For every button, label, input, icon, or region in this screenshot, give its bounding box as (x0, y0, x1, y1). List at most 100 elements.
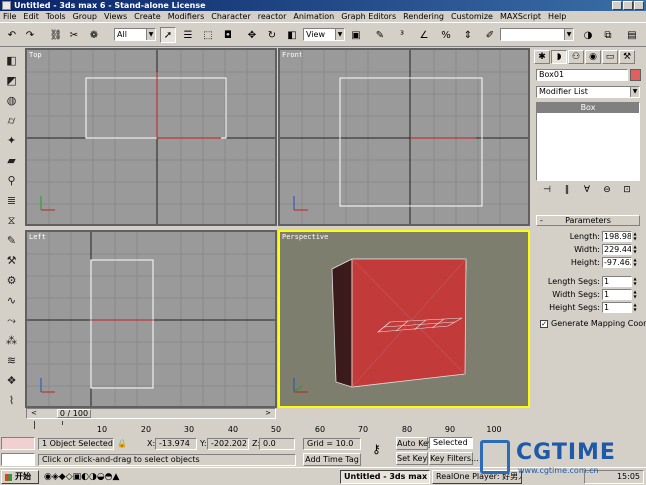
menu-tools[interactable]: Tools (46, 12, 66, 21)
spinner-icon[interactable]: ▲ ▼ (632, 302, 638, 313)
task-realone[interactable]: RealOne Player: 好男人 (432, 470, 522, 484)
hose-icon[interactable]: ⌇ (4, 393, 19, 408)
lathe-icon[interactable]: ⧖ (4, 213, 19, 228)
select-scale-icon[interactable]: ◧ (284, 27, 300, 43)
viewport-top[interactable]: Top (25, 48, 277, 226)
menu-views[interactable]: Views (104, 12, 127, 21)
cloth-icon[interactable]: ❖ (4, 373, 19, 388)
select-rotate-icon[interactable]: ↻ (264, 27, 280, 43)
rectangular-selection-icon[interactable]: ⬚ (200, 27, 216, 43)
named-selection-icon[interactable]: ✐ (482, 27, 498, 43)
stack-item-box[interactable]: Box (537, 103, 639, 113)
viewport-perspective[interactable]: Perspective (278, 230, 530, 408)
remove-modifier-icon[interactable]: ⊖ (600, 185, 614, 199)
height-segs-input[interactable]: 1 (602, 302, 632, 313)
time-slider[interactable]: < 0 / 100 > (26, 408, 276, 419)
layer-manager-icon[interactable]: ▤ (624, 27, 640, 43)
modify-object-icon[interactable]: ◩ (4, 73, 19, 88)
named-selection-sets-dropdown[interactable]: ▼ (500, 28, 574, 41)
object-color-swatch[interactable] (630, 69, 641, 81)
redo-icon[interactable]: ↷ (22, 27, 38, 43)
percent-snap-icon[interactable]: % (438, 27, 454, 43)
lock-selection-icon[interactable]: 🔒 (117, 438, 127, 450)
menu-character[interactable]: Character (211, 12, 251, 21)
time-slider-thumb[interactable]: 0 / 100 (57, 409, 91, 418)
motion-tab-icon[interactable]: ◉ (585, 50, 601, 64)
pin-stack-icon[interactable]: ⊣ (540, 185, 554, 199)
task-3dsmax[interactable]: Untitled - 3ds max 6 - Sta... (340, 470, 430, 484)
unlink-icon[interactable]: ✂ (66, 27, 82, 43)
menu-animation[interactable]: Animation (293, 12, 334, 21)
make-unique-icon[interactable]: ∀ (580, 185, 594, 199)
menu-create[interactable]: Create (134, 12, 161, 21)
reference-coord-dropdown[interactable]: View ▼ (303, 28, 345, 41)
window-crossing-icon[interactable]: ◘ (220, 27, 236, 43)
width-input[interactable]: 229.442 (602, 244, 632, 255)
stack-icon[interactable]: ≣ (4, 193, 19, 208)
modifier-list-dropdown[interactable]: Modifier List ▼ (536, 86, 640, 98)
add-time-tag-button[interactable]: Add Time Tag (303, 453, 361, 466)
viewport-left[interactable]: Left (25, 230, 277, 408)
key-mode-dropdown[interactable]: Selected (429, 437, 473, 449)
spinner-snap-icon[interactable]: ⇕ (460, 27, 476, 43)
maxscript-input[interactable] (1, 453, 35, 466)
z-coordinate-field[interactable]: 0.0 (259, 438, 295, 450)
select-object-icon[interactable]: ➚ (160, 27, 176, 43)
select-by-name-icon[interactable]: ☰ (180, 27, 196, 43)
track-bar[interactable]: 0 10 20 30 40 50 60 70 80 90 100 (26, 421, 528, 435)
y-coordinate-field[interactable]: -202.202 (207, 438, 249, 450)
key-filters-button[interactable]: Key Filters... (429, 452, 479, 465)
wave-icon[interactable]: ≋ (4, 353, 19, 368)
select-move-icon[interactable]: ✥ (244, 27, 260, 43)
spinner-icon[interactable]: ▲ ▼ (632, 276, 638, 287)
scatter-icon[interactable]: ⁂ (4, 333, 19, 348)
height-input[interactable]: -97.462 (602, 257, 632, 268)
gear-icon[interactable]: ⚙ (4, 273, 19, 288)
menu-reactor[interactable]: reactor (258, 12, 287, 21)
select-link-icon[interactable]: ⛓ (48, 27, 64, 43)
angle-snap-icon[interactable]: ∠ (416, 27, 432, 43)
menu-group[interactable]: Group (73, 12, 97, 21)
align-icon[interactable]: ⧉ (600, 27, 616, 43)
viewport-front[interactable]: Front (278, 48, 530, 226)
paint-icon[interactable]: ✎ (4, 233, 19, 248)
menu-graph-editors[interactable]: Graph Editors (341, 12, 396, 21)
menu-maxscript[interactable]: MAXScript (500, 12, 541, 21)
menu-edit[interactable]: Edit (23, 12, 39, 21)
biped-icon[interactable]: ✦ (4, 133, 19, 148)
menu-help[interactable]: Help (548, 12, 566, 21)
maximize-button[interactable] (623, 1, 633, 10)
undo-icon[interactable]: ↶ (4, 27, 20, 43)
bone-icon[interactable]: ⚲ (4, 173, 19, 188)
spinner-icon[interactable]: ▲ ▼ (632, 257, 638, 268)
sweep-icon[interactable]: ∿ (4, 293, 19, 308)
length-segs-input[interactable]: 1 (602, 276, 632, 287)
hierarchy-tab-icon[interactable]: ⚇ (568, 50, 584, 64)
path-icon[interactable]: ⤳ (4, 313, 19, 328)
spinner-icon[interactable]: ▲ ▼ (632, 231, 638, 242)
quick-launch-icons[interactable]: ◉◈◆◇▣◐◑◒◓▲ (44, 471, 119, 483)
object-name-field[interactable]: Box01 (536, 69, 628, 81)
create-object-icon[interactable]: ◧ (4, 53, 19, 68)
show-end-result-icon[interactable]: ‖ (560, 185, 574, 199)
length-input[interactable]: 198.985 (602, 231, 632, 242)
wrench-icon[interactable]: ⚒ (4, 253, 19, 268)
key-icon[interactable]: ⚷ (372, 443, 381, 455)
utilities-tab-icon[interactable]: ⚒ (619, 50, 635, 64)
modify-tab-icon[interactable]: ◗ (551, 50, 567, 64)
configure-sets-icon[interactable]: ⊡ (620, 185, 634, 199)
cylinder-icon[interactable]: ⌭ (4, 113, 19, 128)
x-coordinate-field[interactable]: -13.974 (155, 438, 197, 450)
generate-mapping-checkbox[interactable]: ✓ Generate Mapping Coords. (540, 319, 646, 328)
menu-rendering[interactable]: Rendering (403, 12, 444, 21)
pivot-center-icon[interactable]: ▣ (348, 27, 364, 43)
next-frame-icon[interactable]: > (265, 409, 271, 418)
width-segs-input[interactable]: 1 (602, 289, 632, 300)
maxscript-listener[interactable] (1, 437, 35, 450)
menu-file[interactable]: File (3, 12, 16, 21)
bind-space-warp-icon[interactable]: ❁ (86, 27, 102, 43)
menu-customize[interactable]: Customize (451, 12, 493, 21)
prev-frame-icon[interactable]: < (31, 409, 37, 418)
spinner-icon[interactable]: ▲ ▼ (632, 244, 638, 255)
close-button[interactable] (634, 1, 644, 10)
